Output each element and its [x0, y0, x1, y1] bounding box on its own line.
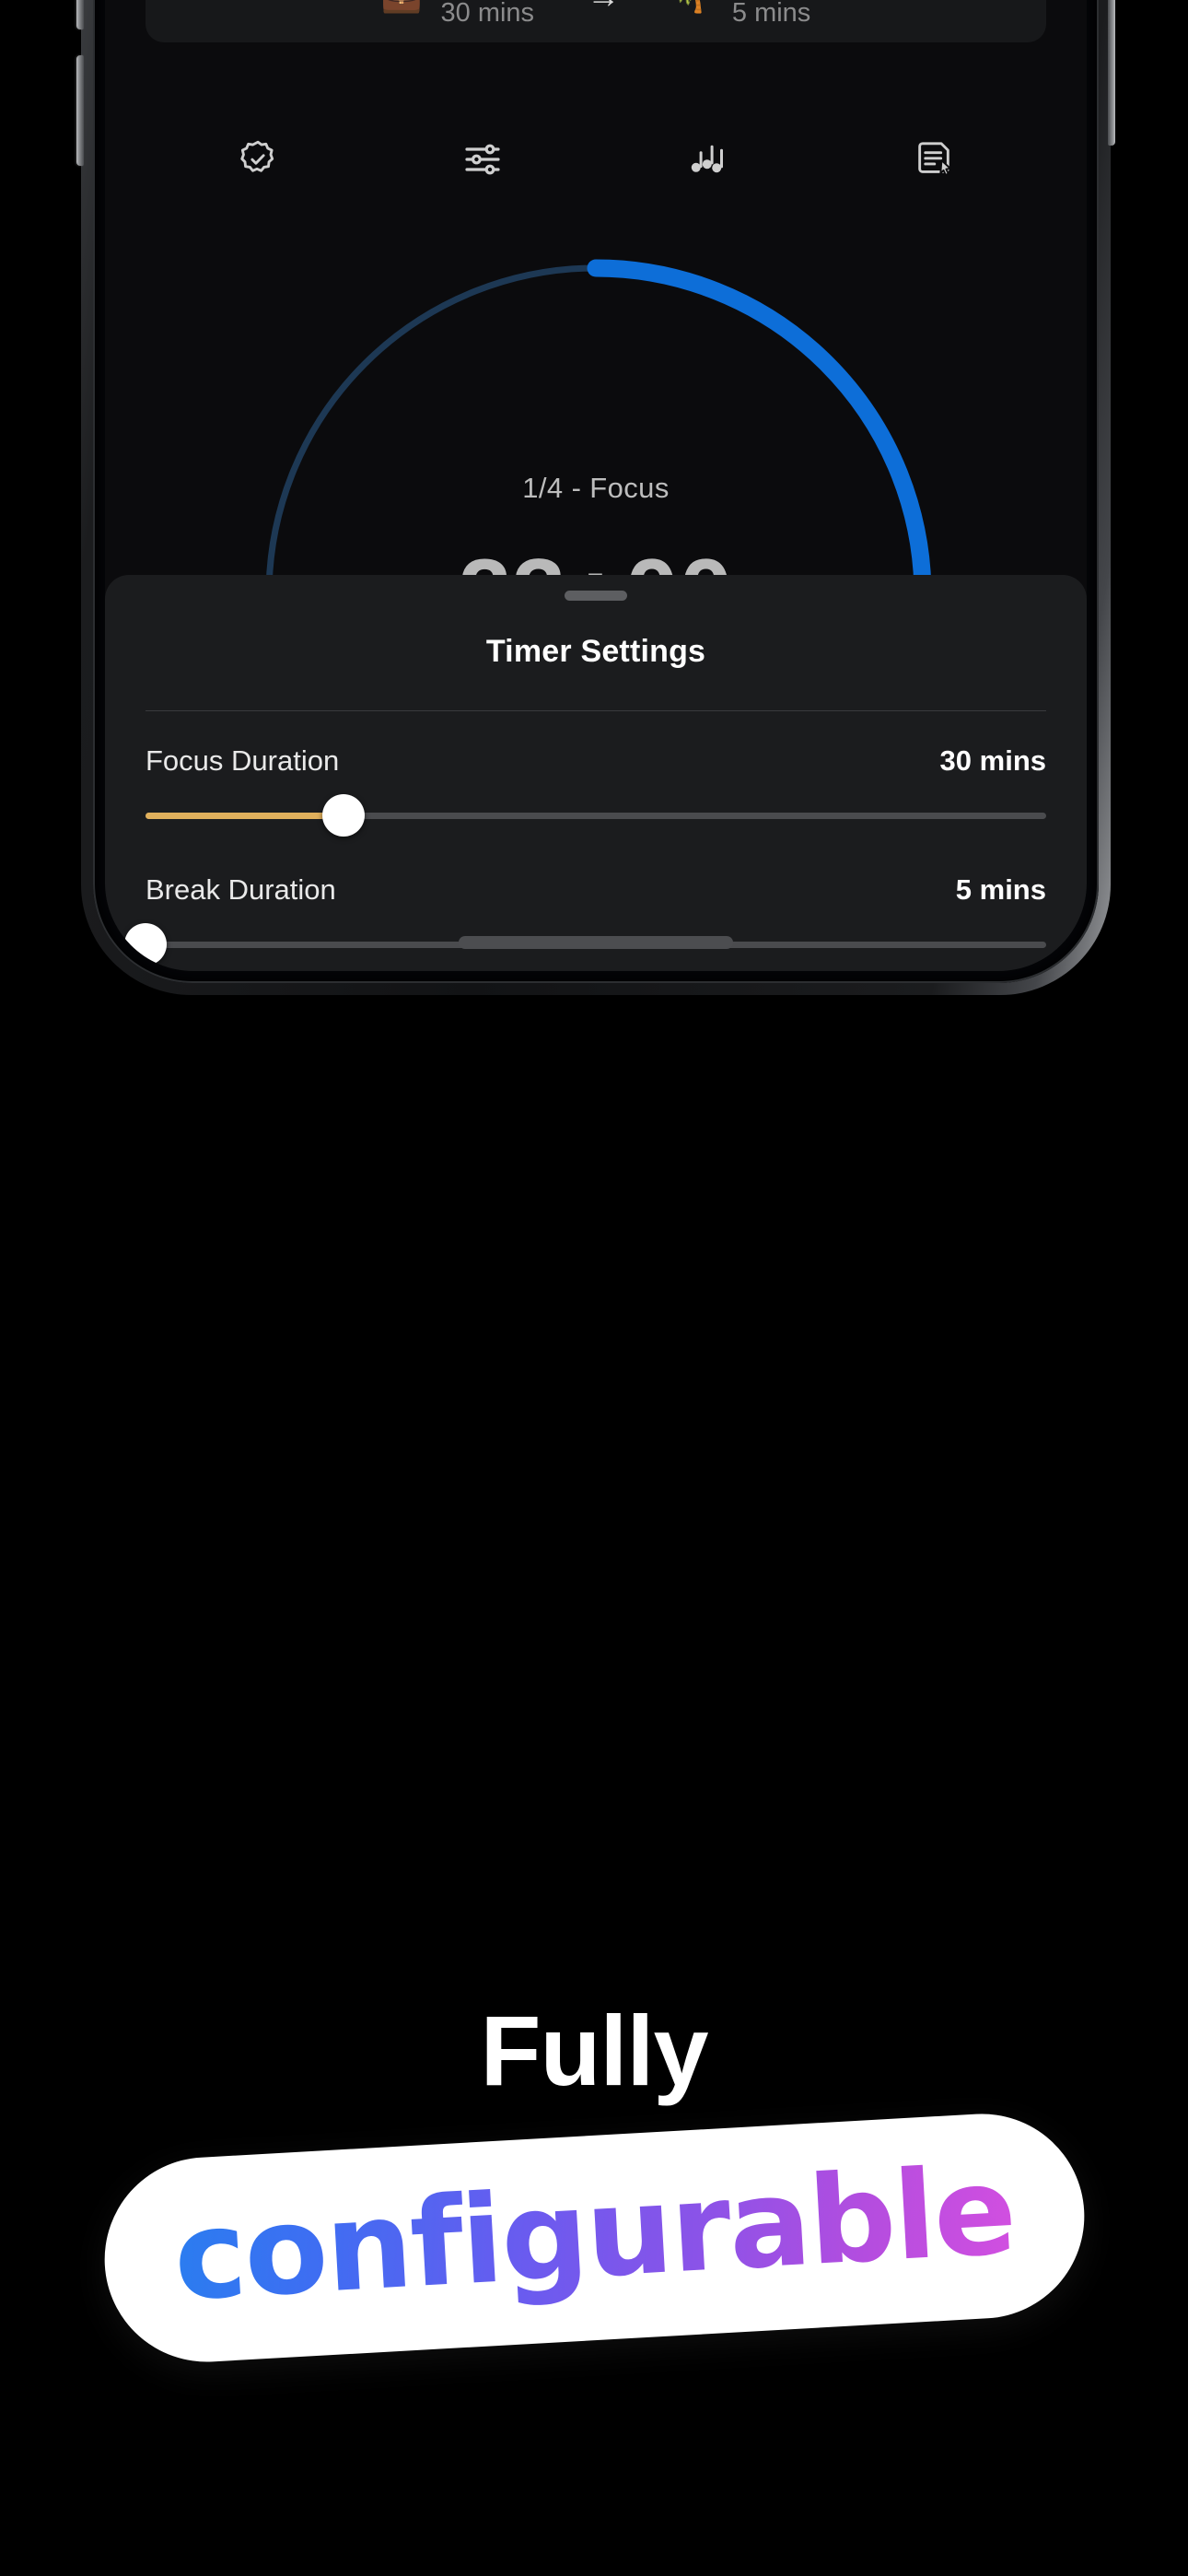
home-indicator[interactable]	[459, 936, 733, 949]
break-segment-duration: 5 mins	[731, 0, 811, 29]
tool-icon-row	[146, 127, 1046, 192]
headline-accent-text: configurable	[169, 2139, 1019, 2329]
sheet-grabber-handle[interactable]	[565, 591, 627, 601]
music-notes-icon[interactable]	[674, 127, 742, 192]
palm-tree-icon: 🌴	[672, 0, 714, 13]
device-screen: 💼 Focus 30 mins → 🌴 Break 5 mins	[105, 0, 1087, 971]
phone-device-mockup: 💼 Focus 30 mins → 🌴 Break 5 mins	[76, 0, 1115, 995]
setting-row-focus-duration: Focus Duration 30 mins	[105, 744, 1087, 840]
sliders-icon[interactable]	[449, 127, 518, 192]
session-preview-card[interactable]: 💼 Focus 30 mins → 🌴 Break 5 mins	[146, 0, 1046, 42]
timer-settings-title: Timer Settings	[485, 634, 706, 669]
headline-primary: Fully	[480, 1995, 708, 2106]
focus-segment-duration: 30 mins	[440, 0, 535, 29]
arrow-right-icon: →	[534, 0, 672, 13]
break-duration-value: 5 mins	[955, 873, 1046, 906]
app-screen: 💼 Focus 30 mins → 🌴 Break 5 mins	[105, 0, 1087, 971]
side-button[interactable]	[1108, 0, 1115, 146]
slider-knob[interactable]	[322, 794, 366, 837]
focus-duration-slider[interactable]	[146, 790, 1046, 840]
notes-cursor-icon[interactable]	[900, 127, 968, 192]
volume-up-button[interactable]	[76, 0, 84, 29]
focus-duration-value: 30 mins	[939, 744, 1046, 777]
focus-duration-label: Focus Duration	[146, 744, 340, 777]
timer-settings-sheet: Timer Settings Focus Duration 30 mins Br…	[105, 575, 1087, 971]
session-progress-label: 1/4 - Focus	[522, 472, 670, 504]
setting-row-break-duration: Break Duration 5 mins	[105, 873, 1087, 969]
volume-down-button[interactable]	[76, 55, 84, 166]
slider-knob[interactable]	[124, 923, 167, 966]
focus-segment: 💼 Focus 30 mins	[381, 0, 534, 27]
sheet-divider	[146, 710, 1046, 711]
headline-accent-pill: configurable	[99, 2108, 1090, 2368]
verified-badge-icon[interactable]	[224, 127, 292, 192]
break-duration-label: Break Duration	[146, 873, 336, 906]
slider-fill	[146, 812, 344, 819]
briefcase-icon: 💼	[381, 0, 423, 13]
break-segment: 🌴 Break 5 mins	[672, 0, 810, 27]
